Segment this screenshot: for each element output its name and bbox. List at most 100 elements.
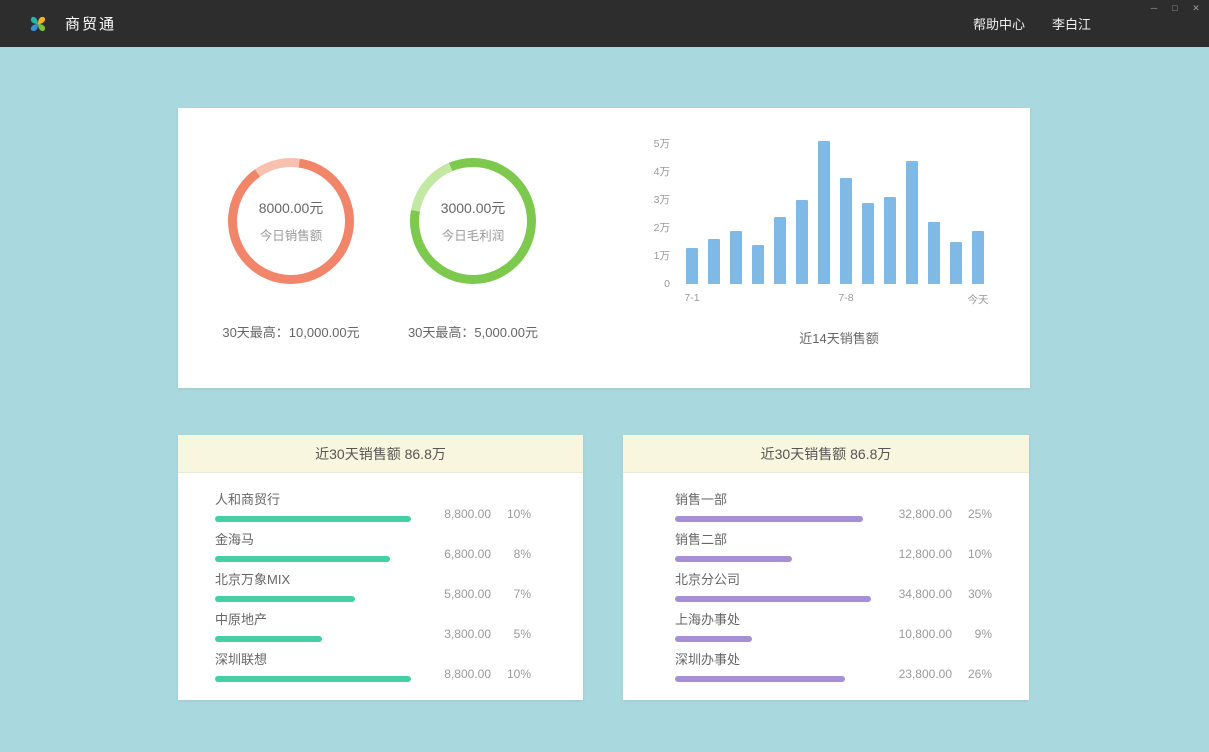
help-center-link[interactable]: 帮助中心: [973, 14, 1025, 33]
department-sales-list: 销售一部 32,800.0025% 销售二部 12,800.0010% 北京分公司34,…: [623, 473, 1029, 682]
app-window: 商贸通 帮助中心 李白江 ─ □ ✕ 8000.00元 今日销售额 30天最高：…: [0, 0, 1209, 752]
item-amount: 6,800.00: [411, 547, 491, 562]
progress-bar: [675, 556, 792, 562]
user-menu[interactable]: 李白江: [1052, 14, 1091, 33]
item-amount: 12,800.00: [872, 547, 952, 562]
y-axis-tick: 4万: [654, 165, 670, 179]
list-item: 金海马 6,800.008%: [215, 531, 531, 562]
today-profit-donut-chart: 3000.00元 今日毛利润: [410, 158, 536, 284]
list-item: 人和商贸行8,800.0010%: [215, 491, 531, 522]
item-name: 销售二部: [675, 531, 792, 548]
item-amount: 34,800.00: [872, 587, 952, 602]
maximize-button[interactable]: □: [1169, 2, 1181, 14]
item-name: 金海马: [215, 531, 390, 548]
list-item: 中原地产3,800.005%: [215, 611, 531, 642]
progress-bar: [675, 596, 871, 602]
bar-chart-caption: 近14天销售额: [686, 328, 992, 347]
progress-bar: [675, 516, 863, 522]
sales-14d-bar-chart: 5万 4万 3万 2万 1万 0 7-1 7-8 今天 近14天销售额: [638, 134, 1008, 347]
today-sales-donut-block: 8000.00元 今日销售额 30天最高：10,000.00元: [196, 158, 386, 341]
list-item: 深圳联想8,800.0010%: [215, 651, 531, 682]
x-axis: 7-1 7-8 今天: [686, 290, 1008, 306]
window-controls: ─ □ ✕: [1148, 2, 1202, 14]
list-item: 北京万象MIX 5,800.007%: [215, 571, 531, 602]
item-percent: 10%: [491, 507, 531, 522]
item-percent: 8%: [491, 547, 531, 562]
customer-sales-list: 人和商贸行8,800.0010% 金海马 6,800.008% 北京万象MIX 5,80…: [178, 473, 583, 682]
close-button[interactable]: ✕: [1190, 2, 1202, 14]
bar: [928, 222, 940, 284]
bar: [884, 197, 896, 284]
item-percent: 10%: [952, 547, 992, 562]
bar: [862, 203, 874, 284]
item-amount: 10,800.00: [872, 627, 952, 642]
progress-bar: [675, 636, 752, 642]
bars-area: [686, 134, 992, 284]
progress-bar: [215, 516, 411, 522]
x-axis-tick: 7-1: [684, 292, 699, 304]
today-profit-value: 3000.00元: [441, 198, 506, 218]
y-axis: 5万4万3万2万1万0: [638, 134, 678, 284]
donut-center: 3000.00元 今日毛利润: [419, 167, 527, 275]
item-amount: 8,800.00: [411, 667, 491, 682]
bar: [818, 141, 830, 284]
progress-bar: [215, 556, 390, 562]
item-percent: 9%: [952, 627, 992, 642]
item-amount: 8,800.00: [411, 507, 491, 522]
list-item: 销售二部 12,800.0010%: [675, 531, 992, 562]
today-profit-30d-max: 30天最高：5,000.00元: [378, 322, 568, 341]
item-name: 深圳联想: [215, 651, 411, 668]
customer-sales-panel-title: 近30天销售额 86.8万: [178, 435, 583, 473]
item-name: 销售一部: [675, 491, 863, 508]
item-name: 深圳办事处: [675, 651, 845, 668]
item-percent: 5%: [491, 627, 531, 642]
list-item: 深圳办事处 23,800.0026%: [675, 651, 992, 682]
item-name: 北京分公司: [675, 571, 871, 588]
bar: [752, 245, 764, 284]
y-axis-tick: 2万: [654, 221, 670, 235]
item-name: 北京万象MIX: [215, 571, 355, 588]
title-bar: 商贸通 帮助中心 李白江 ─ □ ✕: [0, 0, 1209, 47]
item-percent: 25%: [952, 507, 992, 522]
progress-bar: [215, 596, 355, 602]
item-percent: 26%: [952, 667, 992, 682]
progress-bar: [675, 676, 845, 682]
x-axis-tick: 7-8: [838, 292, 853, 304]
bar: [950, 242, 962, 284]
item-amount: 23,800.00: [872, 667, 952, 682]
today-sales-donut-chart: 8000.00元 今日销售额: [228, 158, 354, 284]
department-sales-panel-title: 近30天销售额 86.8万: [623, 435, 1029, 473]
y-axis-tick: 5万: [654, 137, 670, 151]
progress-bar: [215, 636, 322, 642]
item-percent: 30%: [952, 587, 992, 602]
bar: [972, 231, 984, 284]
item-amount: 5,800.00: [411, 587, 491, 602]
customer-sales-panel: 近30天销售额 86.8万 人和商贸行8,800.0010% 金海马 6,800.0…: [178, 435, 583, 700]
department-sales-panel: 近30天销售额 86.8万 销售一部 32,800.0025% 销售二部 12,800…: [623, 435, 1029, 700]
bar: [906, 161, 918, 284]
today-sales-30d-max: 30天最高：10,000.00元: [196, 322, 386, 341]
item-amount: 3,800.00: [411, 627, 491, 642]
bar: [840, 178, 852, 284]
list-item: 上海办事处10,800.009%: [675, 611, 992, 642]
list-item: 销售一部 32,800.0025%: [675, 491, 992, 522]
y-axis-tick: 3万: [654, 193, 670, 207]
app-logo-icon: [27, 12, 51, 36]
minimize-button[interactable]: ─: [1148, 2, 1160, 14]
bar: [774, 217, 786, 284]
item-percent: 10%: [491, 667, 531, 682]
app-title: 商贸通: [65, 13, 116, 34]
bar-chart-plot: 5万4万3万2万1万0: [638, 134, 1008, 284]
bar: [730, 231, 742, 284]
today-profit-label: 今日毛利润: [442, 225, 505, 244]
list-item: 北京分公司34,800.0030%: [675, 571, 992, 602]
bar: [708, 239, 720, 284]
item-amount: 32,800.00: [872, 507, 952, 522]
item-percent: 7%: [491, 587, 531, 602]
progress-bar: [215, 676, 411, 682]
bar: [686, 248, 698, 284]
x-axis-tick: 今天: [968, 292, 989, 307]
y-axis-tick: 1万: [654, 249, 670, 263]
y-axis-tick: 0: [664, 277, 670, 291]
today-profit-donut-block: 3000.00元 今日毛利润 30天最高：5,000.00元: [378, 158, 568, 341]
